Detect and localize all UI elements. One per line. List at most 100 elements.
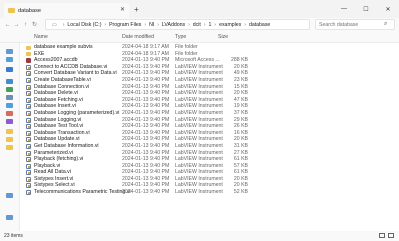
breadcrumb-local-disk[interactable]: Local Disk (C:) (67, 22, 101, 28)
gallery-icon[interactable] (6, 57, 13, 62)
close-window-button[interactable]: ✕ (377, 0, 399, 18)
file-row[interactable]: database example subvis 2024-04-18 9:17 A… (22, 44, 399, 51)
file-name: Database Fetching.vi (34, 96, 83, 103)
file-row[interactable]: Database Transaction.vi 2024-01-13 9:40 P… (22, 130, 399, 137)
column-header-date[interactable]: Date modified (122, 34, 154, 40)
file-row[interactable]: Access2007.accdb 2024-01-13 9:40 PM Micros… (22, 57, 399, 64)
file-row[interactable]: Playback (fetching).vi 2024-01-13 9:40 PM… (22, 156, 399, 163)
file-date: 2024-01-13 9:40 PM (122, 156, 170, 163)
folder-icon[interactable] (6, 145, 13, 150)
file-name: Playback (fetching).vi (34, 156, 84, 163)
file-size: 20 KB (233, 175, 248, 182)
file-row[interactable]: Sixtypes Select.vi 2024-01-13 9:40 PM LabV… (22, 182, 399, 189)
item-count: 23 items (4, 233, 23, 239)
labview-vi-icon (26, 110, 31, 116)
home-icon[interactable] (6, 49, 13, 54)
labview-vi-icon (26, 183, 31, 189)
file-row[interactable]: Database Fetching.vi 2024-01-13 9:40 PM La… (22, 97, 399, 104)
file-row[interactable]: Database Logging (parameterized).vi 2024-… (22, 110, 399, 117)
breadcrumb-database[interactable]: database (249, 22, 270, 28)
breadcrumb-lvaddons[interactable]: LVAddons (162, 22, 185, 28)
back-button[interactable]: ← (3, 19, 12, 30)
folder-icon (26, 52, 31, 57)
file-date: 2024-01-13 9:40 PM (122, 175, 170, 182)
file-date: 2024-01-13 9:40 PM (122, 189, 170, 196)
column-header-type[interactable]: Type (175, 34, 186, 40)
file-size: 20 KB (233, 182, 248, 189)
file-name: Database Transaction.vi (34, 129, 90, 136)
file-size: 23 KB (233, 76, 248, 83)
new-tab-button[interactable]: + (134, 5, 139, 14)
labview-vi-icon (26, 150, 31, 156)
file-row[interactable]: Sixtypes Insert.vi 2024-01-13 9:40 PM LabV… (22, 176, 399, 183)
breadcrumb-program-files[interactable]: Program Files (109, 22, 141, 28)
videos-icon[interactable] (6, 119, 13, 124)
downloads-icon[interactable] (6, 87, 13, 92)
file-row[interactable]: Database Update.vi 2024-01-13 9:40 PM LabV… (22, 136, 399, 143)
file-date: 2024-01-13 9:40 PM (122, 149, 170, 156)
file-size: 52 KB (233, 189, 248, 196)
minimize-button[interactable]: — (333, 0, 355, 18)
column-header-row: Name Date modified Type Size (22, 32, 399, 42)
forward-button[interactable]: → (12, 19, 21, 30)
folder-icon[interactable] (6, 137, 13, 142)
file-row[interactable]: Connect to ACCDB Database.vi 2024-01-13 9… (22, 64, 399, 71)
labview-vi-icon (26, 130, 31, 136)
folder-icon (8, 8, 15, 13)
pictures-icon[interactable] (6, 103, 13, 108)
file-row[interactable]: Database Insert.vi 2024-01-13 9:40 PM LabV… (22, 103, 399, 110)
labview-vi-icon (26, 77, 31, 83)
this-pc-icon[interactable] (6, 193, 13, 198)
file-row[interactable]: Get Database Information.vi 2024-01-13 9:… (22, 143, 399, 150)
file-date: 2024-01-13 9:40 PM (122, 109, 170, 116)
onedrive-icon[interactable] (6, 67, 13, 72)
file-row[interactable]: Database Connection.vi 2024-01-13 9:40 PM… (22, 84, 399, 91)
labview-vi-icon (26, 117, 31, 123)
column-header-name[interactable]: Name (34, 34, 48, 40)
file-date: 2024-01-13 9:40 PM (122, 169, 170, 176)
breadcrumb-dcit[interactable]: dcit (193, 22, 201, 28)
chevron-right-icon: › (188, 21, 190, 28)
breadcrumb-1[interactable]: 1 (209, 22, 212, 28)
file-name: database example subvis (34, 44, 93, 50)
search-input[interactable] (319, 21, 384, 28)
file-row[interactable]: Create DatabaseTable.vi 2024-01-13 9:40 P… (22, 77, 399, 84)
network-icon[interactable] (6, 215, 13, 220)
details-view-icon[interactable] (379, 233, 385, 238)
maximize-button[interactable]: ☐ (355, 0, 377, 18)
file-size: 29 KB (233, 116, 248, 123)
file-row[interactable]: Read All Data.vi 2024-01-13 9:40 PM LabVIE… (22, 169, 399, 176)
labview-vi-icon (26, 170, 31, 176)
file-row[interactable]: Telecommunications Parametric Testing.vi… (22, 189, 399, 196)
window-tab[interactable]: database ✕ (4, 3, 129, 18)
tab-close-button[interactable]: ✕ (120, 6, 125, 13)
music-icon[interactable] (6, 111, 13, 116)
breadcrumb-ni[interactable]: NI (149, 22, 154, 28)
labview-vi-icon (26, 190, 31, 196)
file-row[interactable]: EXE 2024-04-18 9:17 AM File folder (22, 51, 399, 58)
labview-vi-icon (26, 91, 31, 97)
folder-icon[interactable] (6, 129, 13, 134)
file-row[interactable]: Database Logging.vi 2024-01-13 9:40 PM Lab… (22, 117, 399, 124)
documents-icon[interactable] (6, 95, 13, 100)
column-header-size[interactable]: Size (218, 34, 228, 40)
file-row[interactable]: Database Test Tool.vi 2024-01-13 9:40 PM L… (22, 123, 399, 130)
file-date: 2024-01-13 9:40 PM (122, 123, 170, 130)
chevron-right-icon: › (62, 21, 65, 28)
file-row[interactable]: Database Delete.vi 2024-01-13 9:40 PM LabV… (22, 90, 399, 97)
file-date: 2024-01-13 9:40 PM (122, 90, 170, 97)
file-row[interactable]: Parameterized.vi 2024-01-13 9:40 PM LabVIE… (22, 150, 399, 157)
file-type: File folder (175, 50, 198, 57)
file-date: 2024-01-13 9:40 PM (122, 83, 170, 90)
breadcrumb-examples[interactable]: examples (219, 22, 241, 28)
file-name: Playback.vi (34, 162, 61, 169)
file-size: 27 KB (233, 149, 248, 156)
file-row[interactable]: Playback.vi 2024-01-13 9:40 PM LabVIEW Ins… (22, 163, 399, 170)
desktop-icon[interactable] (6, 79, 13, 84)
file-name: Parameterized.vi (34, 149, 73, 156)
status-bar: 23 items (0, 231, 399, 241)
file-date: 2024-01-13 9:40 PM (122, 96, 170, 103)
file-row[interactable]: Convert Database Variant to Data.vi 2024-… (22, 70, 399, 77)
tiles-view-icon[interactable] (388, 233, 394, 238)
file-list: database example subvis 2024-04-18 9:17 A… (22, 44, 399, 196)
